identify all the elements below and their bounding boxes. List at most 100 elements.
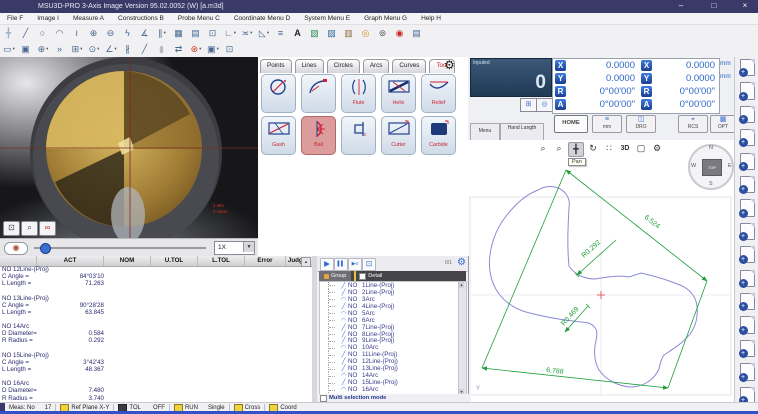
list-item[interactable]: ◠ NO 10Arc: [320, 344, 460, 351]
col-error[interactable]: Error: [245, 256, 286, 266]
add-report-icon[interactable]: +: [740, 82, 755, 99]
fit-icon[interactable]: ∷: [602, 142, 616, 155]
list-item[interactable]: ╱ NO 2Line-(Proj): [320, 289, 460, 296]
table-row[interactable]: D Diameter= 7.480: [0, 387, 312, 394]
toolbar-icon[interactable]: ╋: [1, 26, 17, 41]
toolbar-icon[interactable]: »: [52, 42, 68, 57]
select-region-icon[interactable]: ▢: [634, 142, 648, 155]
detail-toggle[interactable]: Detail: [359, 273, 382, 280]
add-report-icon[interactable]: +: [740, 176, 755, 193]
add-report-icon[interactable]: +: [740, 340, 755, 357]
list-item[interactable]: ╱ NO 7Line-(Proj): [320, 324, 460, 331]
list-item[interactable]: ◠ NO 6Arc: [320, 317, 460, 324]
toolbar-icon[interactable]: ⊙▾: [86, 42, 102, 57]
magnifier-button[interactable]: ⌕: [21, 221, 38, 236]
mm-button[interactable]: ≡mm: [592, 115, 622, 133]
light-slider-thumb[interactable]: [40, 243, 51, 254]
table-row[interactable]: NO 15Line-(Proj): [0, 352, 312, 359]
toolbar-icon[interactable]: ◺▾: [256, 26, 272, 41]
gear-icon[interactable]: ⚙: [444, 58, 455, 72]
add-report-icon[interactable]: +: [740, 293, 755, 310]
toolbar-icon[interactable]: ▥: [341, 26, 357, 41]
opt-button[interactable]: ▦OPT: [710, 115, 736, 133]
hand-length-button[interactable]: Hand Langth: [500, 123, 544, 141]
menu-item[interactable]: File F: [0, 15, 30, 22]
toolbar-icon[interactable]: ▧: [307, 26, 323, 41]
home-button[interactable]: HOME: [554, 115, 588, 133]
toolbar-icon[interactable]: ▤: [188, 26, 204, 41]
toolbar-icon[interactable]: ≀: [69, 26, 85, 41]
scroll-up-icon[interactable]: ▲: [459, 282, 464, 288]
list-item[interactable]: ◠ NO 14Arc: [320, 372, 460, 379]
toolbar-icon[interactable]: ∥▾: [154, 26, 170, 41]
col-utol[interactable]: U.TOL: [151, 256, 198, 266]
run-mode[interactable]: Single: [208, 405, 225, 411]
toolbar-icon[interactable]: ⊡: [205, 26, 221, 41]
toolbar-icon[interactable]: ▭▾: [1, 42, 17, 57]
table-row[interactable]: [0, 373, 312, 380]
table-row[interactable]: L Length = 63.845: [0, 309, 312, 316]
tab-points[interactable]: Points: [260, 59, 292, 73]
tool-helix-button[interactable]: Helix: [381, 74, 416, 113]
minimize-button[interactable]: –: [670, 0, 692, 13]
target-grid-button[interactable]: ⊡: [3, 221, 20, 236]
table-row[interactable]: NO 13Line-(Proj): [0, 295, 312, 302]
list-item[interactable]: ╱ NO 13Line-(Proj): [320, 365, 460, 372]
list-item[interactable]: ╱ NO 4Line-(Proj): [320, 303, 460, 310]
table-row[interactable]: R Radius = 0.292: [0, 337, 312, 344]
table-row[interactable]: C Angle = 3°42'43: [0, 359, 312, 366]
tool-carbide-button[interactable]: Carbide: [421, 116, 456, 155]
list-item[interactable]: ╱ NO 12Line-(Proj): [320, 358, 460, 365]
pan-icon[interactable]: ╋: [568, 142, 584, 157]
list-item[interactable]: ╱ NO 1Line-(Proj): [320, 282, 460, 289]
menu-item[interactable]: Graph Menu G: [357, 15, 414, 22]
list-item[interactable]: ╱ NO 9Line-(Proj): [320, 338, 460, 345]
tab-lines[interactable]: Lines: [295, 59, 324, 73]
menu-item[interactable]: Constructions B: [111, 15, 171, 22]
toolbar-icon[interactable]: ⇄: [171, 42, 187, 57]
zoom-window-icon[interactable]: ⌕: [536, 142, 550, 155]
menu-item[interactable]: Probe Menu C: [171, 15, 227, 22]
table-row[interactable]: L Length = 71.263: [0, 280, 312, 287]
eye-button[interactable]: ◉: [4, 242, 28, 255]
list-item[interactable]: ◠ NO 3Arc: [320, 296, 460, 303]
tol-label[interactable]: TOL: [129, 405, 141, 411]
maximize-button[interactable]: □: [703, 0, 725, 13]
toolbar-icon[interactable]: ∟▾: [222, 26, 238, 41]
list-item[interactable]: ╱ NO 8Line-(Proj): [320, 331, 460, 338]
tool-gash-button[interactable]: Gash: [261, 116, 296, 155]
zoom-icon[interactable]: ⌕: [552, 142, 566, 155]
tool-cutter-button[interactable]: Cutter: [381, 116, 416, 155]
toolbar-icon[interactable]: ⊕▾: [35, 42, 51, 57]
detail-checkbox[interactable]: [359, 273, 366, 280]
rotate-icon[interactable]: ↻: [586, 142, 600, 155]
tol-state[interactable]: OFF: [153, 405, 165, 411]
table-row[interactable]: C Angle = 90°28'28: [0, 302, 312, 309]
run-label[interactable]: RUN: [185, 405, 198, 411]
col-act[interactable]: ACT: [37, 256, 104, 266]
toolbar-icon[interactable]: ≍▾: [239, 26, 255, 41]
settings-icon[interactable]: ⚙: [650, 142, 664, 155]
table-row[interactable]: [0, 345, 312, 352]
menu-item[interactable]: Coordinate Menu D: [227, 15, 297, 22]
toolbar-icon[interactable]: ╱: [137, 42, 153, 57]
multi-selection-checkbox[interactable]: [320, 395, 327, 402]
add-report-icon[interactable]: +: [740, 106, 755, 123]
table-row[interactable]: NO 14Arc: [0, 323, 312, 330]
screen-button[interactable]: ⊡: [362, 258, 376, 271]
keypad-button[interactable]: ⊞: [520, 98, 537, 112]
toolbar-icon[interactable]: A: [290, 26, 306, 41]
ref-plane-status[interactable]: Ref Plane X-Y: [71, 405, 109, 411]
probe-center-button[interactable]: ◎: [536, 98, 553, 112]
add-report-icon[interactable]: +: [740, 59, 755, 76]
toolbar-icon[interactable]: ∦: [120, 42, 136, 57]
list-scrollbar[interactable]: ▲ ▼: [458, 281, 467, 396]
table-row[interactable]: NO 12Line-(Proj): [0, 266, 312, 273]
toolbar-icon[interactable]: ╱: [18, 26, 34, 41]
list-item[interactable]: ◠ NO 16Arc: [320, 386, 460, 393]
sync-gear-icon[interactable]: ⚙: [457, 257, 466, 268]
cross-toggle[interactable]: Cross: [245, 405, 261, 411]
add-report-icon[interactable]: +: [740, 129, 755, 146]
tab-circles[interactable]: Circles: [327, 59, 360, 73]
table-row[interactable]: R Radius = 3.740: [0, 395, 312, 402]
